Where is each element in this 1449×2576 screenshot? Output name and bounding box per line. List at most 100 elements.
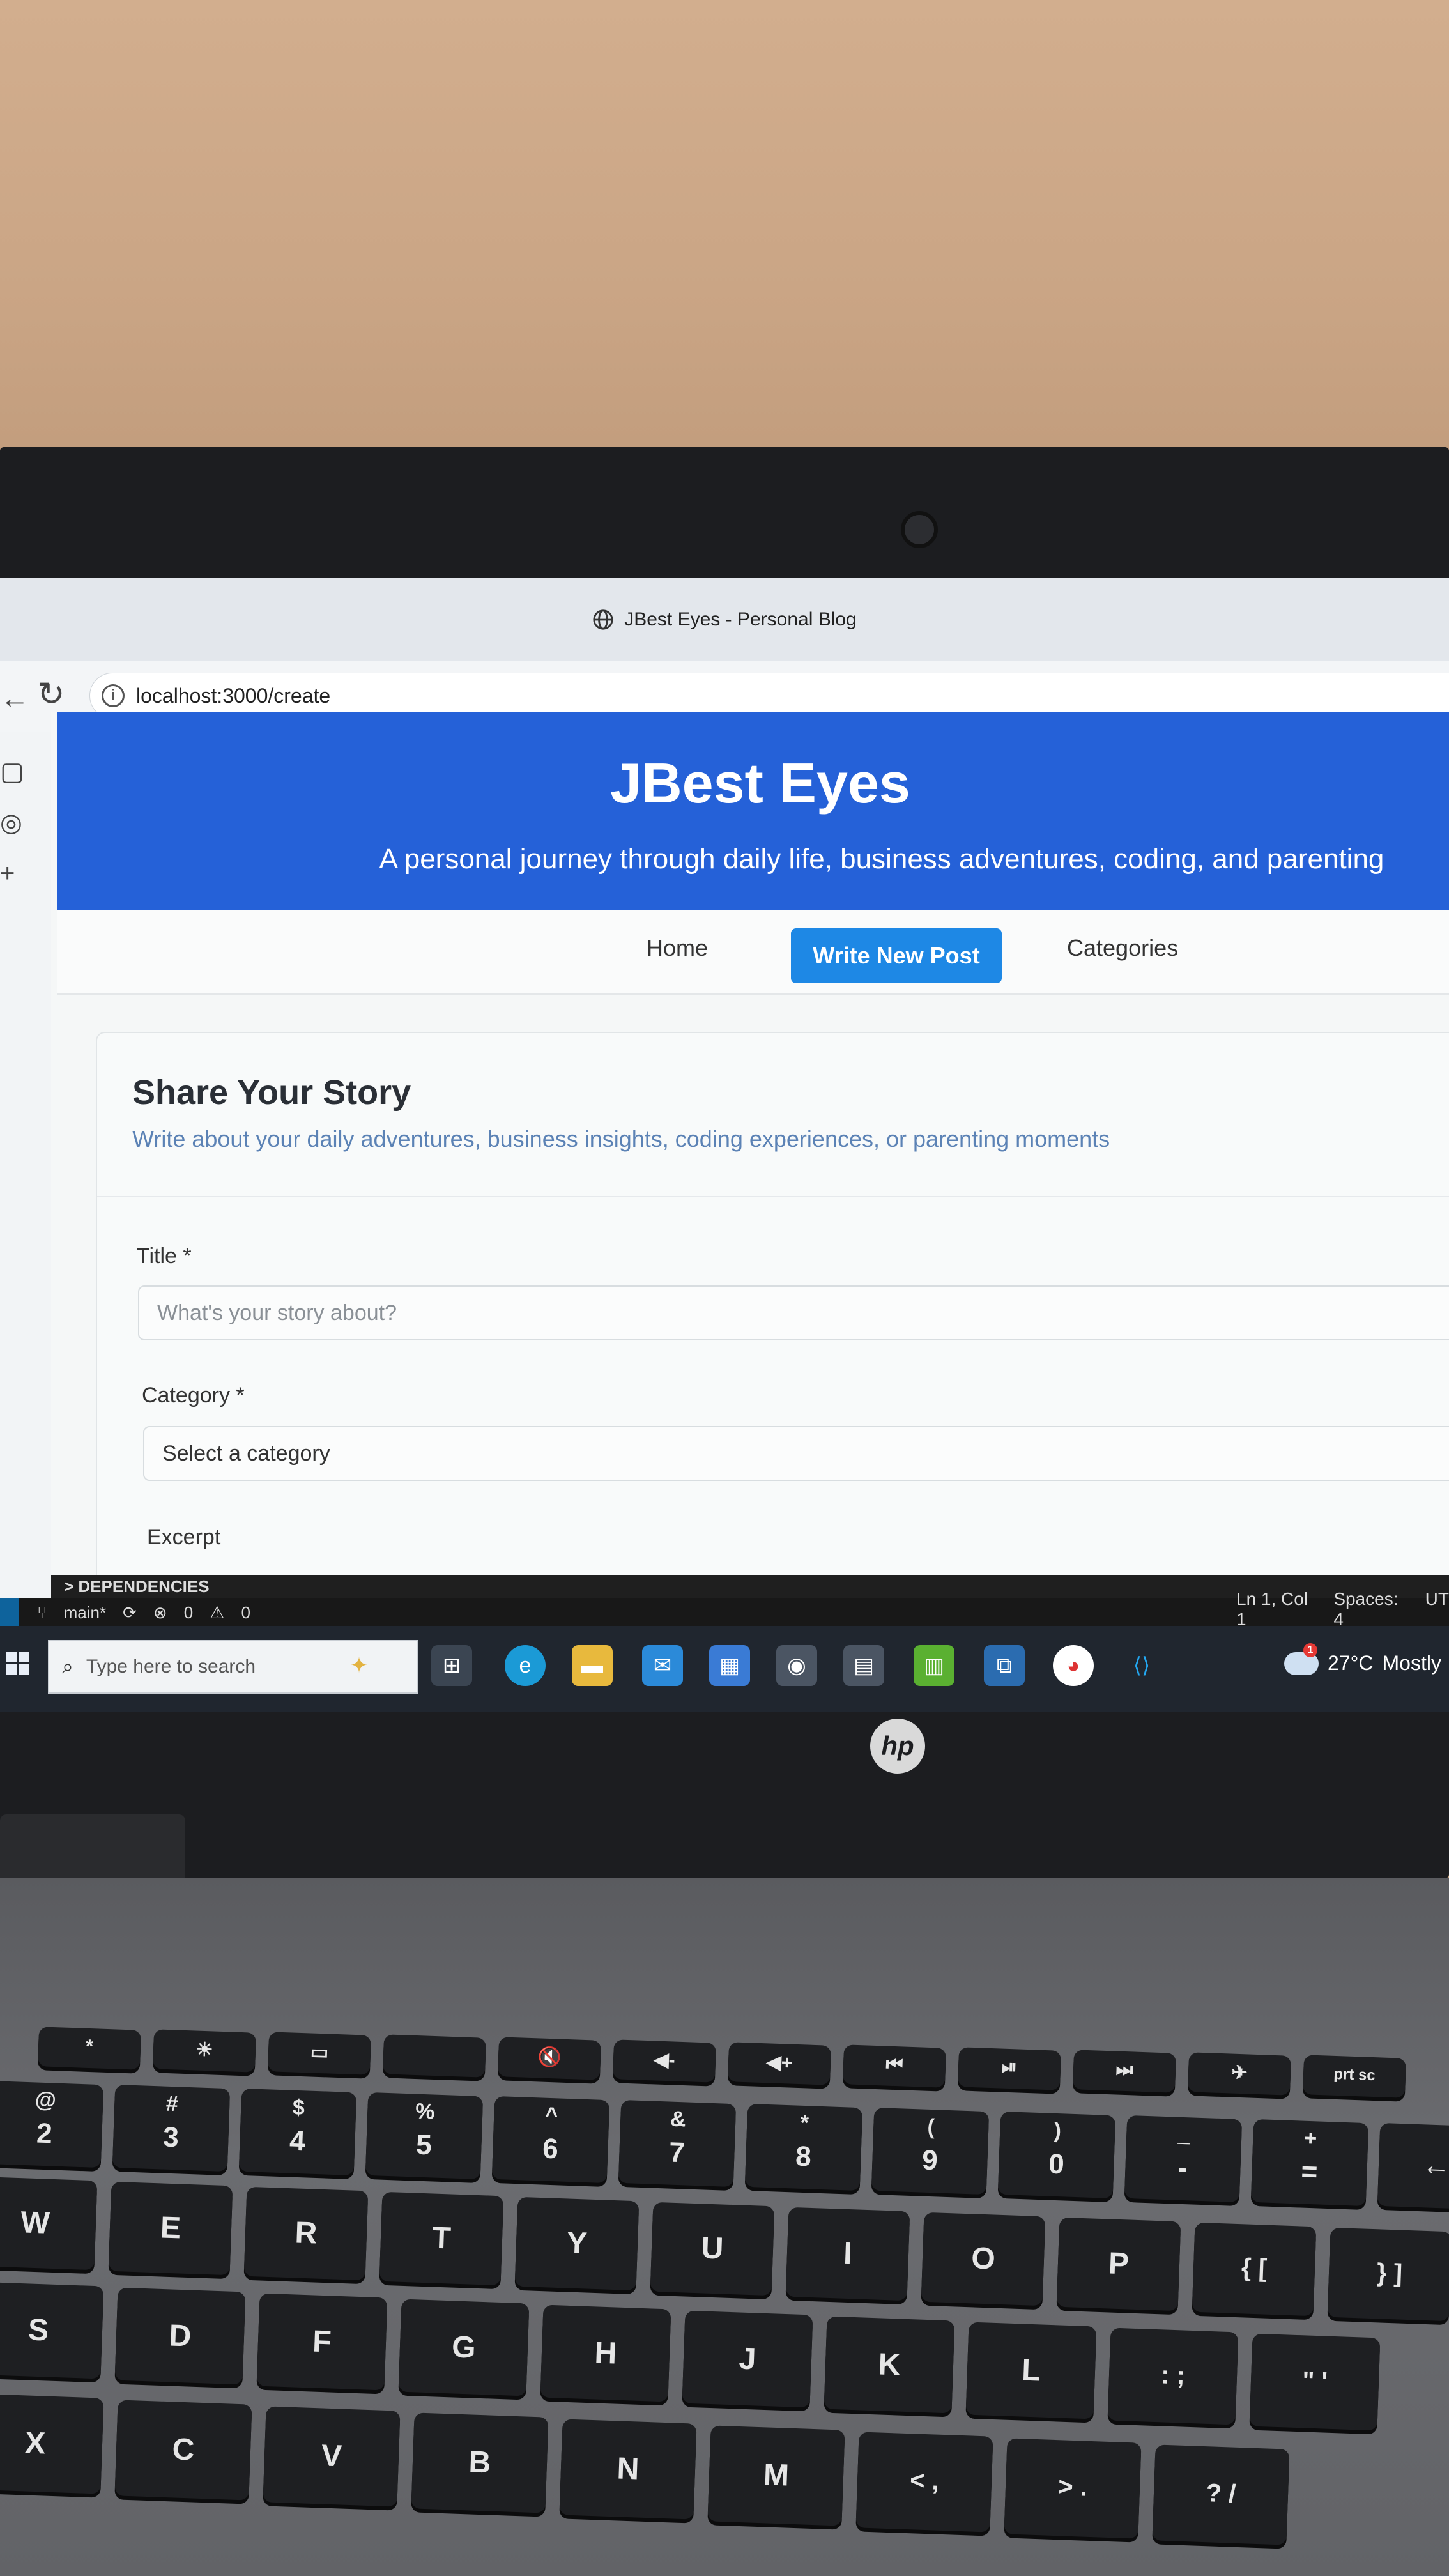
letter-key: Y: [514, 2196, 640, 2291]
background-wall: [0, 0, 1449, 486]
camera-icon[interactable]: ◉: [776, 1645, 817, 1686]
number-key: ) 0: [997, 2111, 1116, 2199]
globe-icon[interactable]: ◎: [0, 808, 26, 837]
letter-key: } ]: [1327, 2227, 1449, 2322]
browser-sidebar: ▢ ◎ + ◯ ⚙: [0, 732, 52, 1712]
warning-count[interactable]: 0: [241, 1603, 250, 1623]
fn-key: ⏭: [1072, 2050, 1177, 2093]
refresh-icon[interactable]: ↻: [37, 675, 65, 714]
site-nav: Home Write New Post Categories: [57, 910, 1449, 995]
fn-key: ✈: [1187, 2052, 1292, 2096]
letter-key: P: [1056, 2217, 1181, 2312]
title-label: Title *: [137, 1244, 192, 1268]
indentation[interactable]: Spaces: 4: [1333, 1589, 1399, 1630]
letter-key: : ;: [1107, 2327, 1239, 2425]
browser-title-bar: JBest Eyes - Personal Blog: [0, 578, 1449, 661]
letter-key: B: [411, 2412, 549, 2513]
letter-key: < ,: [855, 2432, 993, 2533]
web-page: JBest Eyes A personal journey through da…: [51, 712, 1449, 1609]
file-explorer-icon[interactable]: ▬: [572, 1645, 613, 1686]
letter-key: I: [785, 2207, 910, 2301]
windows-start-icon[interactable]: [6, 1652, 29, 1675]
letter-key: S: [0, 2281, 104, 2379]
letter-key: O: [921, 2212, 1046, 2306]
weather-text: Mostly: [1382, 1652, 1441, 1675]
category-label: Category *: [142, 1383, 245, 1407]
mail-icon[interactable]: ✉: [642, 1645, 683, 1686]
calculator-icon[interactable]: ▤: [843, 1645, 884, 1686]
number-key: $4: [238, 2088, 357, 2176]
weather-icon: 1: [1284, 1643, 1319, 1675]
fn-key: *: [37, 2027, 142, 2070]
weather-widget[interactable]: 1 27°C Mostly: [1284, 1643, 1441, 1675]
letter-key: " ': [1249, 2333, 1381, 2431]
site-tagline: A personal journey through daily life, b…: [379, 843, 1384, 875]
letter-key: K: [824, 2316, 955, 2414]
back-icon[interactable]: ←: [0, 680, 29, 715]
post-form-card: Share Your Story Write about your daily …: [96, 1032, 1449, 1609]
warning-icon: ⚠: [210, 1603, 225, 1622]
laptop-screen: JBest Eyes - Personal Blog ← ↻ i localho…: [0, 578, 1449, 1712]
nav-home[interactable]: Home: [647, 935, 708, 962]
fn-key: ⏮: [842, 2044, 947, 2088]
number-key: #3: [112, 2084, 231, 2172]
app-icon[interactable]: ▥: [914, 1645, 954, 1686]
letter-key: D: [114, 2287, 246, 2385]
letter-key: X: [0, 2393, 104, 2494]
letter-key: U: [650, 2202, 775, 2296]
globe-icon: [593, 610, 613, 630]
error-icon: ⊗: [153, 1603, 167, 1622]
info-icon[interactable]: i: [102, 684, 125, 707]
sync-icon[interactable]: ⟳: [123, 1603, 137, 1623]
editor-status-bar: ⑂ main* ⟳ ⊗ 0 ⚠ 0 Ln 1, Col 1 Spaces: 4 …: [0, 1589, 1449, 1629]
form-heading: Share Your Story: [132, 1073, 411, 1112]
chrome-icon[interactable]: ◕: [1053, 1645, 1094, 1686]
category-select[interactable]: Select a category: [143, 1426, 1449, 1481]
vscode-icon[interactable]: ⟨⟩: [1121, 1645, 1162, 1686]
number-key: ←: [1377, 2122, 1449, 2211]
webcam: [901, 511, 938, 548]
letter-key: T: [379, 2191, 504, 2286]
error-count[interactable]: 0: [184, 1603, 193, 1623]
letter-key: J: [682, 2310, 813, 2408]
search-icon: ⌕: [62, 1655, 73, 1678]
fn-key: ☀: [152, 2029, 257, 2073]
taskbar: ⌕ Type here to search ✦ ⊞ e ▬ ✉ ▦ ◉ ▤ ▥ …: [0, 1626, 1449, 1712]
number-key: % 5: [365, 2092, 484, 2180]
letter-key: ? /: [1152, 2444, 1290, 2545]
cursor-position[interactable]: Ln 1, Col 1: [1236, 1589, 1308, 1630]
divider: [97, 1196, 1449, 1197]
store-icon[interactable]: ▦: [709, 1645, 750, 1686]
fn-key: [382, 2034, 487, 2078]
window-title: JBest Eyes - Personal Blog: [624, 609, 857, 630]
title-input[interactable]: What's your story about?: [138, 1285, 1449, 1340]
weather-temp: 27°C: [1328, 1652, 1374, 1675]
tabs-icon[interactable]: ▢: [0, 757, 26, 786]
letter-key: M: [707, 2425, 845, 2526]
letter-key: > .: [1004, 2438, 1142, 2539]
letter-key: E: [108, 2181, 233, 2276]
fn-key: ◀-: [612, 2039, 717, 2083]
letter-key: V: [263, 2406, 401, 2507]
site-header: JBest Eyes A personal journey through da…: [57, 712, 1449, 910]
branch-icon: ⑂: [37, 1603, 47, 1622]
nav-write-new-post[interactable]: Write New Post: [791, 928, 1002, 983]
letter-key: H: [540, 2304, 671, 2402]
number-key: _ -: [1124, 2115, 1243, 2203]
edge-icon[interactable]: e: [505, 1645, 546, 1686]
task-view-icon[interactable]: ⊞: [431, 1645, 472, 1686]
site-title: JBest Eyes: [610, 751, 910, 815]
remote-indicator[interactable]: [0, 1598, 19, 1626]
fn-key: ⏯: [957, 2047, 1062, 2090]
search-placeholder: Type here to search: [86, 1656, 256, 1677]
add-icon[interactable]: +: [0, 859, 26, 887]
app-icon-2[interactable]: ⧉: [984, 1645, 1025, 1686]
number-key: & 7: [618, 2099, 737, 2188]
number-key: (9: [871, 2107, 990, 2195]
encoding[interactable]: UT: [1425, 1589, 1449, 1630]
letter-key: F: [256, 2293, 388, 2391]
branch-name[interactable]: main*: [64, 1603, 106, 1623]
nav-categories[interactable]: Categories: [1067, 935, 1178, 962]
sparkle-icon[interactable]: ✦: [339, 1645, 379, 1686]
letter-key: N: [559, 2419, 697, 2520]
